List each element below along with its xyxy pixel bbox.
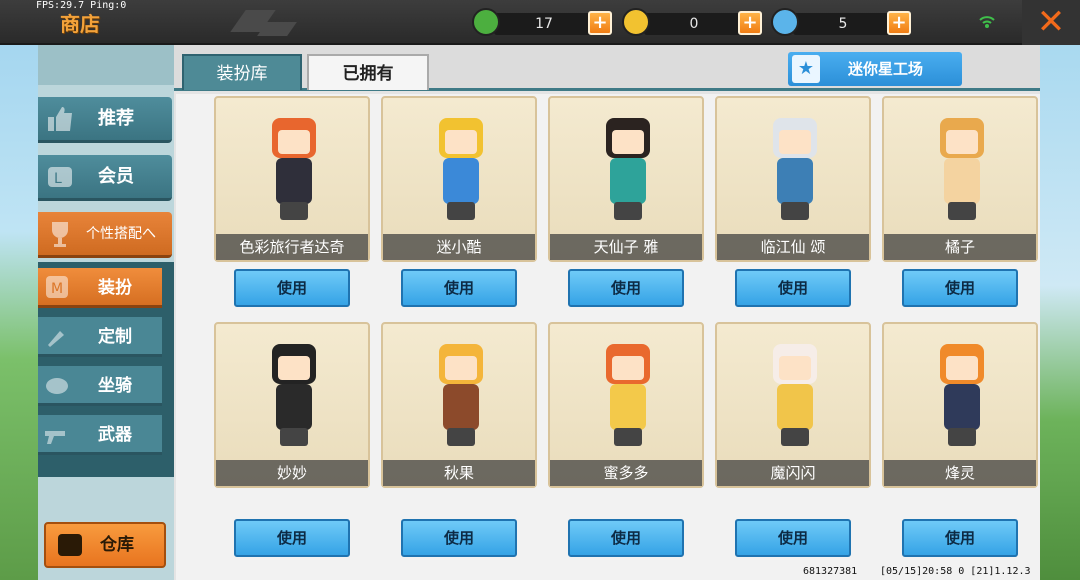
svg-text:M: M (51, 281, 63, 297)
skin-card[interactable]: 天仙子 雅 (548, 96, 704, 262)
sidebar-item-recommend[interactable]: 推荐 (38, 97, 172, 143)
character-figure (254, 106, 334, 224)
character-figure (588, 106, 668, 224)
currency-green: 17 + (472, 8, 622, 38)
skin-name: 色彩旅行者达奇 (239, 238, 345, 256)
star-icon: ★ (792, 55, 820, 83)
skin-card[interactable]: 妙妙 (214, 322, 370, 488)
sidebar-header (38, 45, 174, 85)
brush-icon (48, 331, 64, 347)
use-button[interactable]: 使用 (902, 269, 1018, 307)
workshop-button[interactable]: ★ 迷你星工场 (788, 52, 962, 86)
top-bar: FPS:29.7 Ping:0 商店 17 + 0 + 5 + ✕ (0, 0, 1080, 45)
wifi-icon (979, 16, 995, 28)
skin-name: 魔闪闪 (770, 464, 816, 482)
currency-value: 5 (838, 16, 848, 32)
trophy-icon (52, 222, 68, 247)
character-figure (588, 332, 668, 450)
sidebar-item-member[interactable]: L 会员 (38, 155, 172, 201)
build-info: [05/15]20:58 0 [21]1.12.3 (880, 566, 1031, 577)
skin-name: 迷小酷 (436, 238, 482, 256)
use-button[interactable]: 使用 (735, 519, 851, 557)
sidebar-item-skin[interactable]: M 装扮 (38, 268, 162, 308)
use-button[interactable]: 使用 (568, 269, 684, 307)
use-button[interactable]: 使用 (401, 269, 517, 307)
use-button[interactable]: 使用 (568, 519, 684, 557)
currency-gold: 0 + (622, 8, 772, 38)
sidebar-item-label: 武器 (98, 425, 132, 445)
warehouse-label: 仓库 (100, 535, 134, 555)
add-gold-coin-button[interactable]: + (738, 11, 762, 35)
sidebar-item-label: 推荐 (98, 108, 134, 129)
sidebar-item-customize[interactable]: 定制 (38, 317, 162, 357)
currency-star: 5 + (771, 8, 921, 38)
character-figure (922, 332, 1002, 450)
close-button[interactable]: ✕ (1022, 0, 1080, 45)
skin-card[interactable]: 色彩旅行者达奇 (214, 96, 370, 262)
currency-value: 17 (535, 16, 553, 32)
scenery-edge (1040, 45, 1080, 580)
sidebar-item-label: 装扮 (98, 278, 132, 298)
sidebar-section-custom[interactable]: 个性搭配へ (38, 212, 172, 258)
skin-name: 蜜多多 (603, 464, 649, 482)
currency-value: 0 (689, 16, 699, 32)
user-id: 681327381 (803, 566, 858, 577)
tab-skin-library[interactable]: 装扮库 (182, 54, 302, 90)
gold-coin-icon (622, 8, 650, 36)
skin-name: 秋果 (443, 464, 474, 482)
character-figure (254, 332, 334, 450)
star-coin-icon (771, 8, 799, 36)
character-figure (421, 106, 501, 224)
character-figure (922, 106, 1002, 224)
skin-name: 天仙子 雅 (593, 238, 659, 256)
warehouse-button[interactable]: 仓库 (44, 522, 166, 568)
character-figure (421, 332, 501, 450)
sidebar-section-label: 个性搭配へ (86, 226, 156, 242)
skin-name: 烽灵 (944, 464, 975, 482)
page-title: 商店 (60, 12, 100, 36)
sidebar-item-mount[interactable]: 坐骑 (38, 366, 162, 406)
use-button[interactable]: 使用 (401, 519, 517, 557)
skin-card[interactable]: 橘子 (882, 96, 1038, 262)
tab-owned[interactable]: 已拥有 (307, 54, 429, 90)
skin-name: 临江仙 颂 (760, 238, 826, 256)
skin-name: 妙妙 (276, 464, 307, 482)
member-badge-icon: L (48, 167, 72, 187)
skin-icon: M (46, 276, 68, 298)
skin-card[interactable]: 秋果 (381, 322, 537, 488)
add-green-gem-button[interactable]: + (588, 11, 612, 35)
svg-text:L: L (54, 171, 62, 187)
skin-card[interactable]: 魔闪闪 (715, 322, 871, 488)
sidebar-item-label: 定制 (98, 327, 132, 347)
use-button[interactable]: 使用 (735, 269, 851, 307)
character-figure (755, 106, 835, 224)
green-gem-icon (472, 8, 500, 36)
skin-card[interactable]: 临江仙 颂 (715, 96, 871, 262)
skin-name: 橘子 (944, 238, 975, 256)
use-button[interactable]: 使用 (234, 269, 350, 307)
skin-card[interactable]: 烽灵 (882, 322, 1038, 488)
skin-card[interactable]: 迷小酷 (381, 96, 537, 262)
use-button[interactable]: 使用 (234, 519, 350, 557)
sidebar-item-label: 坐骑 (98, 376, 132, 396)
use-button[interactable]: 使用 (902, 519, 1018, 557)
workshop-label: 迷你星工场 (848, 60, 924, 78)
thumbs-up-icon (48, 107, 72, 131)
chest-icon (58, 534, 82, 556)
character-figure (755, 332, 835, 450)
sidebar-item-label: 会员 (98, 166, 134, 187)
add-star-coin-button[interactable]: + (887, 11, 911, 35)
weapon-icon (45, 431, 65, 444)
sidebar-item-weapon[interactable]: 武器 (38, 415, 162, 455)
mount-icon (46, 378, 68, 394)
skin-card[interactable]: 蜜多多 (548, 322, 704, 488)
